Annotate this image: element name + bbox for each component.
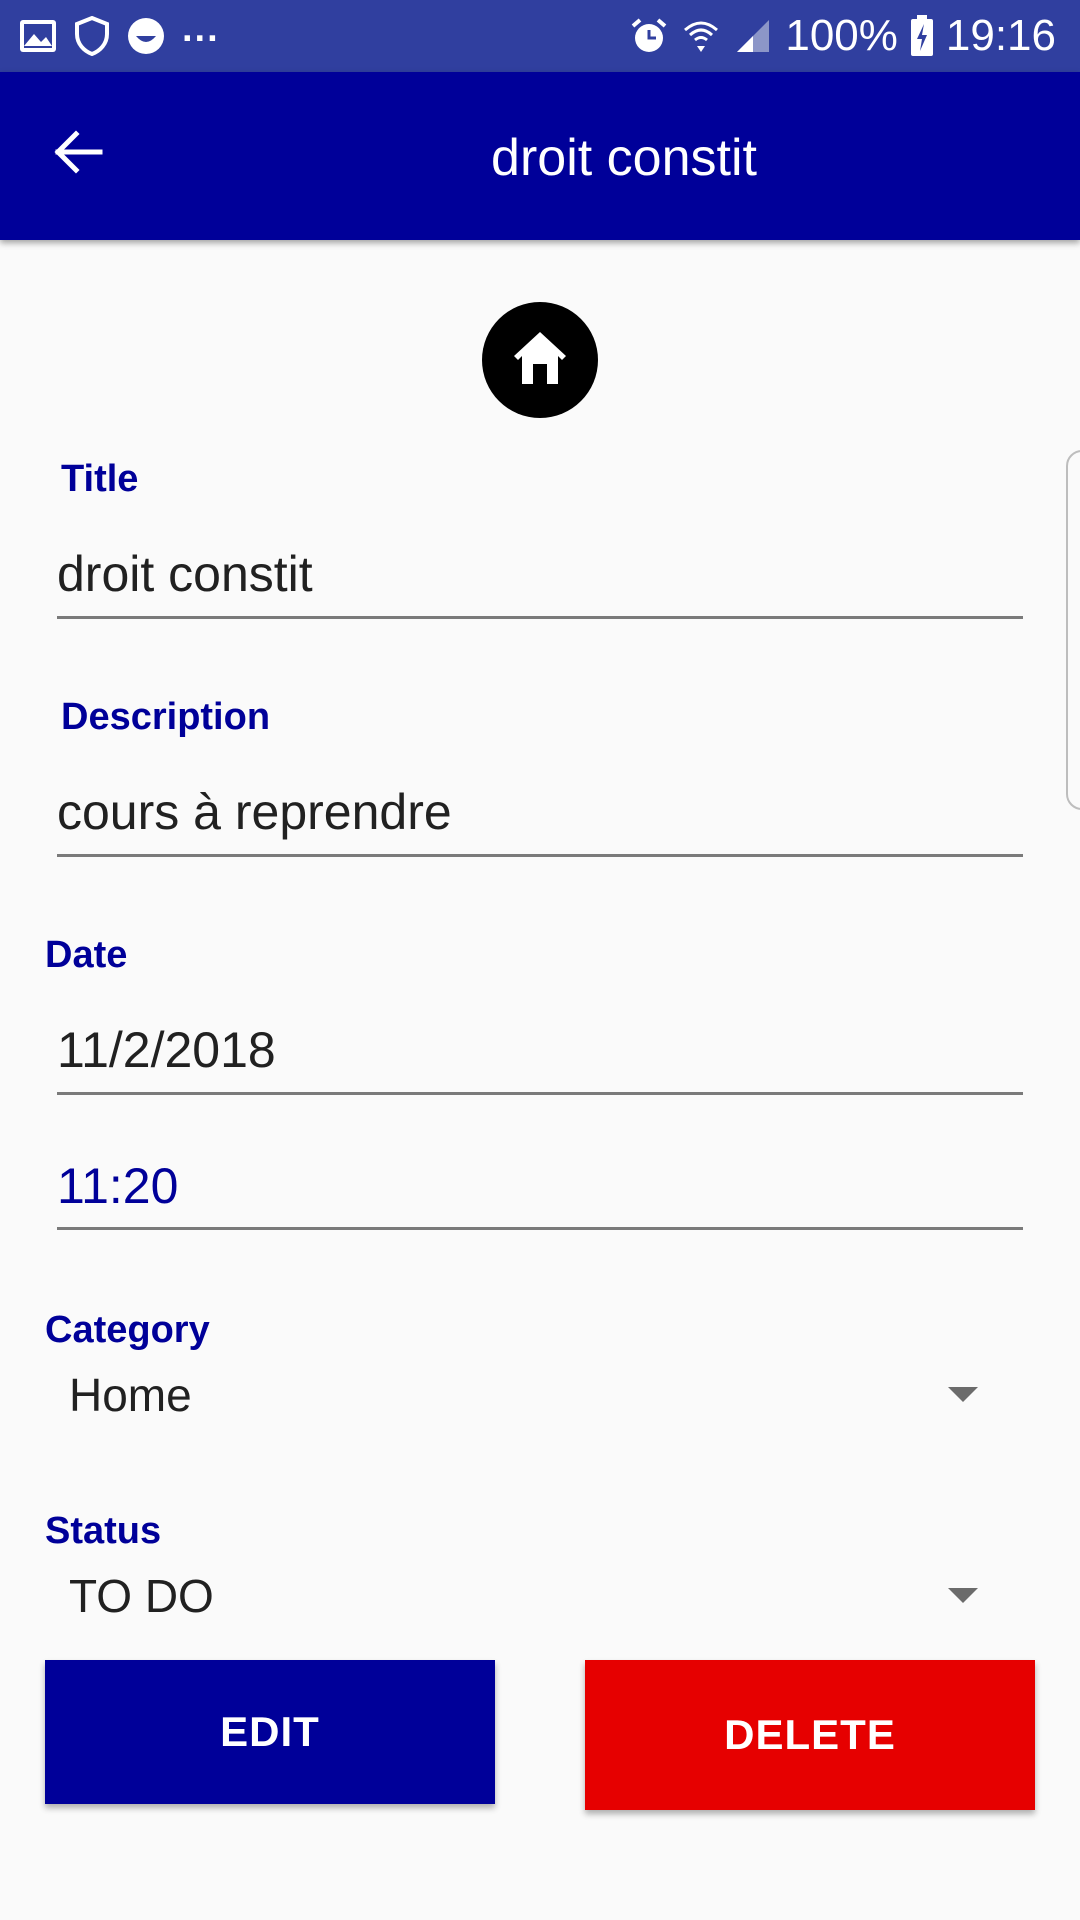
status-bar-left: ... <box>18 8 220 58</box>
date-field[interactable]: 11/2/2018 <box>57 1021 1023 1079</box>
status-label: Status <box>45 1510 162 1552</box>
category-image <box>482 302 598 418</box>
time-field-underline <box>57 1227 1023 1230</box>
title-label: Title <box>61 458 139 500</box>
smiley-icon <box>126 16 166 56</box>
signal-icon <box>733 16 773 56</box>
clock: 19:16 <box>945 11 1056 60</box>
edit-button[interactable]: EDIT <box>45 1660 495 1804</box>
wifi-icon <box>681 16 721 56</box>
dropdown-arrow-icon <box>948 1588 978 1603</box>
status-bar-right: 100% 19:16 <box>629 10 1056 62</box>
status-bar: ... 100% 19:16 <box>0 0 1080 72</box>
delete-button[interactable]: DELETE <box>585 1660 1035 1810</box>
edge-panel-handle[interactable] <box>1066 450 1080 810</box>
description-field[interactable]: cours à reprendre <box>57 783 1023 841</box>
more-notifications-indicator: ... <box>182 7 220 50</box>
category-label: Category <box>45 1309 210 1351</box>
date-field-underline <box>57 1092 1023 1095</box>
category-select-value: Home <box>69 1369 192 1421</box>
home-icon <box>514 332 566 384</box>
alarm-icon <box>629 16 669 56</box>
page-title: droit constit <box>491 129 757 187</box>
title-field-underline <box>57 616 1023 619</box>
battery-charging-icon <box>910 15 934 57</box>
battery-percent: 100% <box>785 11 898 60</box>
date-label: Date <box>45 934 128 976</box>
time-field[interactable]: 11:20 <box>57 1157 1023 1215</box>
description-field-underline <box>57 854 1023 857</box>
gallery-icon <box>18 16 58 56</box>
description-label: Description <box>61 696 271 738</box>
app-bar: droit constit <box>0 72 1080 240</box>
shield-icon <box>74 16 110 56</box>
dropdown-arrow-icon <box>948 1387 978 1402</box>
title-field[interactable]: droit constit <box>57 545 1023 603</box>
status-select-value: TO DO <box>69 1570 214 1622</box>
